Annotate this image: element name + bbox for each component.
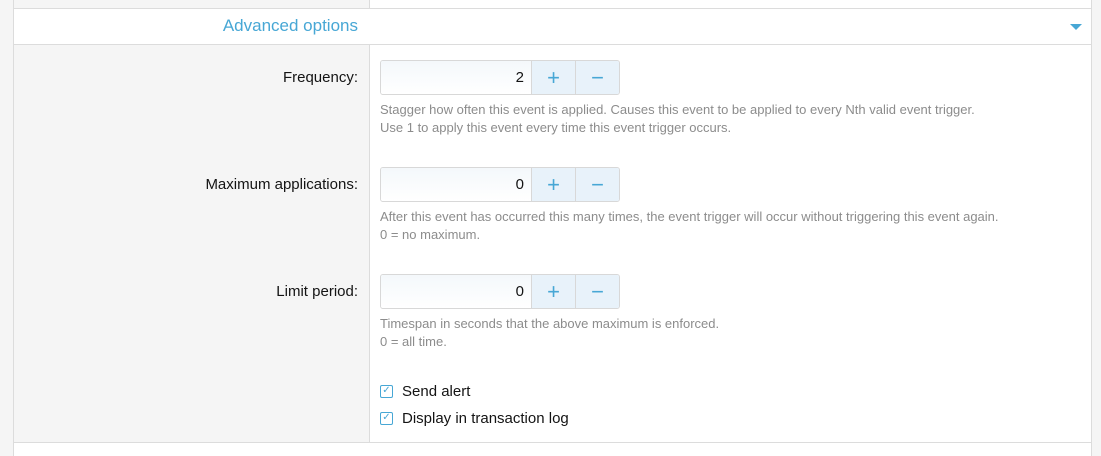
frequency-input[interactable]	[381, 61, 531, 94]
send-alert-checkbox[interactable]: ✓ Send alert	[380, 381, 470, 401]
hint-line: Stagger how often this event is applied.…	[380, 102, 975, 117]
limit-period-hint: Timespan in seconds that the above maxim…	[380, 315, 719, 351]
checkmark-icon[interactable]: ✓	[380, 384, 393, 398]
hint-line: Use 1 to apply this event every time thi…	[380, 120, 732, 135]
limit-period-label: Limit period:	[276, 283, 358, 300]
frequency-stepper: + −	[380, 60, 620, 95]
send-alert-label[interactable]: Send alert	[402, 383, 470, 400]
limit-period-decrement-button[interactable]: −	[575, 275, 619, 308]
maximum-applications-increment-button[interactable]: +	[531, 168, 575, 201]
frequency-label: Frequency:	[282, 69, 358, 86]
hint-line: 0 = all time.	[380, 334, 447, 349]
advanced-options-body: Frequency: + − Stagger how often this ev…	[14, 45, 1091, 443]
previous-row-strip	[14, 0, 1091, 9]
hint-line: After this event has occurred this many …	[380, 209, 999, 224]
caret-down-icon[interactable]	[1070, 24, 1082, 30]
frequency-decrement-button[interactable]: −	[575, 61, 619, 94]
hint-line: 0 = no maximum.	[380, 227, 481, 242]
frequency-hint: Stagger how often this event is applied.…	[380, 101, 975, 137]
form-panel: Advanced options Frequency: + − Stagger …	[13, 0, 1092, 456]
display-in-transaction-log-checkbox[interactable]: ✓ Display in transaction log	[380, 408, 569, 428]
maximum-applications-input[interactable]	[381, 168, 531, 201]
frequency-increment-button[interactable]: +	[531, 61, 575, 94]
section-title[interactable]: Advanced options	[223, 16, 358, 36]
maximum-applications-stepper: + −	[380, 167, 620, 202]
field-limit-period: Limit period: + − Timespan in seconds th…	[14, 259, 1091, 366]
field-maximum-applications: Maximum applications: + − After this eve…	[14, 152, 1091, 259]
checkmark-icon[interactable]: ✓	[380, 411, 393, 425]
maximum-applications-decrement-button[interactable]: −	[575, 168, 619, 201]
hint-line: Timespan in seconds that the above maxim…	[380, 316, 720, 331]
maximum-applications-label: Maximum applications:	[205, 176, 358, 193]
limit-period-input[interactable]	[381, 275, 531, 308]
limit-period-increment-button[interactable]: +	[531, 275, 575, 308]
limit-period-stepper: + −	[380, 274, 620, 309]
field-frequency: Frequency: + − Stagger how often this ev…	[14, 45, 1091, 152]
maximum-applications-hint: After this event has occurred this many …	[380, 208, 999, 244]
advanced-options-header[interactable]: Advanced options	[14, 9, 1091, 45]
display-in-transaction-log-label[interactable]: Display in transaction log	[402, 410, 569, 427]
